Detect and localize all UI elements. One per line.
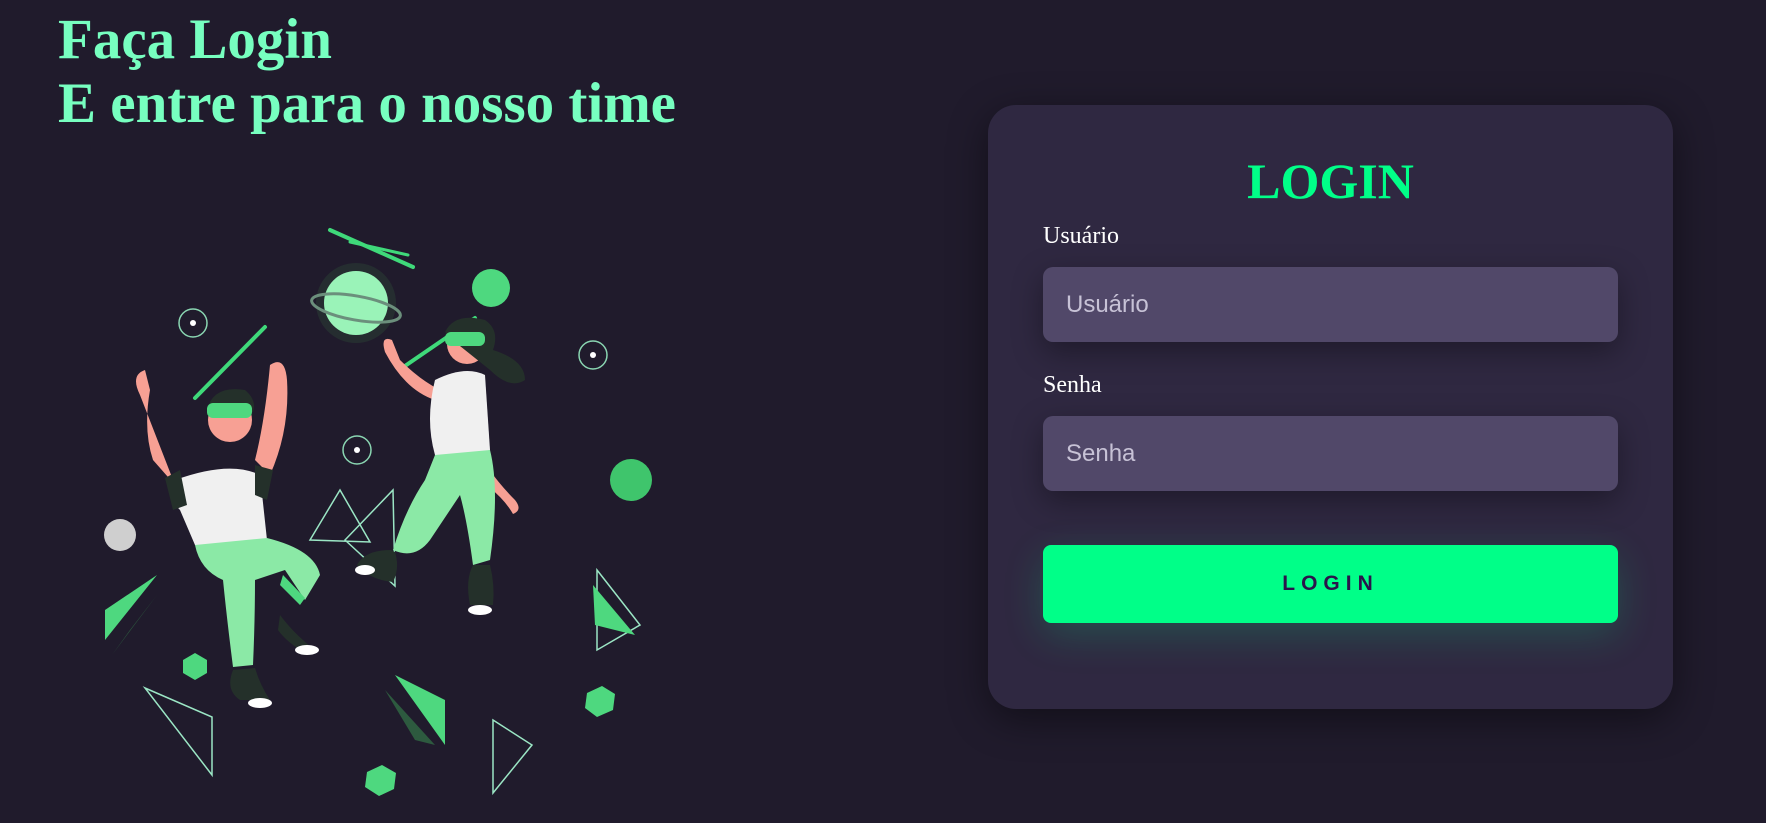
username-label: Usuário xyxy=(1043,223,1119,249)
login-button[interactable]: LOGIN xyxy=(1043,545,1618,623)
page-headline: Faça Login E entre para o nosso time xyxy=(58,8,676,136)
headline-line-1: Faça Login xyxy=(58,8,332,71)
login-card: LOGIN Usuário Senha LOGIN xyxy=(988,105,1673,709)
login-title: LOGIN xyxy=(1247,153,1414,209)
username-input[interactable] xyxy=(1043,267,1618,342)
password-input[interactable] xyxy=(1043,416,1618,491)
vr-people-illustration xyxy=(104,228,652,796)
headline-line-2: E entre para o nosso time xyxy=(58,72,676,135)
password-label: Senha xyxy=(1043,372,1102,398)
